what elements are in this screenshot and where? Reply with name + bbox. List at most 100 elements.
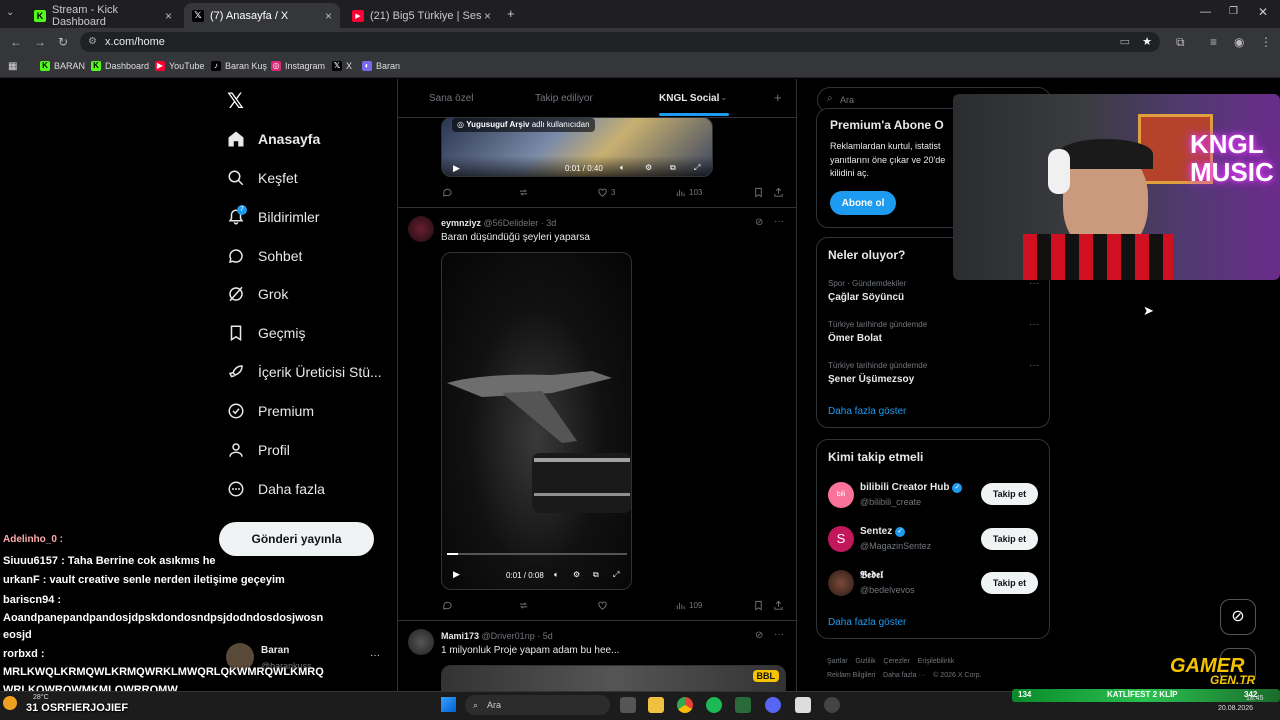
bookmark-baran-2[interactable]: ◐ Baran (362, 61, 400, 71)
author-handle[interactable]: @56Delideler (484, 218, 539, 228)
avatar[interactable]: S (828, 526, 854, 552)
nav-item-premium[interactable]: Premium (227, 399, 314, 423)
taskbar-search[interactable]: ⌕ Ara (465, 695, 610, 715)
minimize-button[interactable]: — (1200, 6, 1211, 18)
chevron-down-icon[interactable]: ⌄ (720, 92, 728, 103)
fullscreen-icon[interactable]: ⤢ (694, 163, 700, 173)
nav-item-home[interactable]: Anasayfa (227, 127, 320, 151)
footer-link[interactable]: Reklam Bilgileri (827, 672, 875, 679)
spotify-icon[interactable] (706, 697, 722, 713)
follow-button[interactable]: Takip et (981, 483, 1038, 505)
avatar[interactable]: bili (828, 482, 854, 508)
chrome-icon[interactable] (677, 697, 693, 713)
tab-for-you[interactable]: Sana özel (429, 93, 473, 104)
profile-avatar-icon[interactable]: ◉ (1234, 35, 1244, 49)
close-icon[interactable]: × (325, 9, 332, 23)
nav-item-creator-studio[interactable]: İçerik Üreticisi Stü... (227, 360, 382, 384)
nav-item-explore[interactable]: Keşfet (227, 166, 298, 190)
author-name[interactable]: Mami173 (441, 631, 479, 641)
show-more-link[interactable]: Daha fazla göster (828, 406, 906, 417)
settings-icon[interactable]: ⚙ (573, 570, 580, 579)
bookmark-youtube[interactable]: ▶ YouTube (155, 61, 204, 71)
like-button[interactable] (597, 600, 611, 611)
account-name[interactable]: 𝕭𝖊𝖉𝖊𝖑 (860, 570, 883, 581)
maximize-button[interactable]: ❐ (1229, 6, 1238, 17)
account-name[interactable]: Sentez ✓ (860, 526, 906, 537)
site-info-icon[interactable]: ⚙ (88, 32, 97, 52)
footer-link[interactable]: Erişilebilirlik (918, 658, 955, 665)
nav-item-more[interactable]: Daha fazla (227, 477, 325, 501)
more-icon[interactable]: ··· (1029, 360, 1039, 371)
volume-icon[interactable]: 🔈︎ (620, 163, 625, 173)
bookmark-baran-kus[interactable]: ♪ Baran Kuş (211, 61, 267, 71)
trend-title[interactable]: Çağlar Söyüncü (828, 292, 904, 303)
tab-search-icon[interactable]: ⌄ (6, 7, 14, 18)
fullscreen-icon[interactable]: ⤢ (613, 570, 619, 580)
app-icon[interactable] (795, 697, 811, 713)
footer-link[interactable]: Şartlar (827, 658, 848, 665)
nav-item-bookmarks[interactable]: Geçmiş (227, 321, 305, 345)
weather-icon[interactable] (3, 696, 17, 710)
footer-link[interactable]: Çerezler (883, 658, 909, 665)
cast-icon[interactable]: ▭ (1120, 32, 1130, 52)
follow-button[interactable]: Takip et (981, 528, 1038, 550)
extensions-icon[interactable]: ⧉ (1176, 35, 1185, 50)
account-name[interactable]: bilibili Creator Hub ✓ (860, 482, 963, 493)
subscribe-button[interactable]: Abone ol (830, 191, 896, 215)
share-button[interactable] (773, 187, 787, 198)
windows-start-icon[interactable] (441, 697, 456, 712)
reload-icon[interactable]: ↻ (58, 35, 68, 49)
more-icon[interactable]: ··· (774, 629, 784, 640)
play-icon[interactable]: ▶ (453, 163, 460, 174)
x-logo-icon[interactable]: 𝕏 (227, 89, 244, 114)
bookmark-dashboard[interactable]: K Dashboard (91, 61, 149, 71)
bookmark-baran[interactable]: K BARAN (40, 61, 85, 71)
avatar[interactable] (408, 629, 434, 655)
share-button[interactable] (773, 600, 787, 611)
footer-link[interactable]: Daha fazla ··· (883, 672, 925, 679)
close-icon[interactable]: × (165, 9, 172, 23)
reply-button[interactable] (442, 600, 456, 611)
post2-video[interactable]: ▶ 0:01 / 0:08 🔈︎ ⚙ ⧉ ⤢ (441, 252, 632, 590)
reply-button[interactable] (442, 187, 456, 198)
nav-item-grok[interactable]: Grok (227, 282, 288, 306)
grok-icon[interactable]: ⊘ (755, 630, 763, 641)
avatar[interactable] (828, 570, 854, 596)
post-button[interactable]: Gönderi yayınla (219, 522, 374, 556)
forward-icon[interactable]: → (34, 35, 46, 49)
address-bar[interactable]: ⚙ x.com/home ▭ ★ (80, 32, 1160, 52)
post-time[interactable]: 3d (546, 218, 556, 228)
repost-button[interactable] (518, 600, 532, 611)
post1-video[interactable]: ◎ Yugusuguf Arşiv adlı kullanıcıdan ▶ 0:… (441, 117, 713, 177)
file-explorer-icon[interactable] (648, 697, 664, 713)
like-button[interactable]: 3 (597, 187, 615, 198)
apps-icon[interactable]: ▦ (8, 61, 17, 72)
new-tab-button[interactable]: + (507, 6, 515, 21)
grok-float-button[interactable]: ⊘ (1220, 599, 1256, 635)
more-icon[interactable]: ··· (1029, 319, 1039, 330)
show-more-link[interactable]: Daha fazla göster (828, 617, 906, 628)
tab-following[interactable]: Takip ediliyor (535, 93, 593, 104)
settings-icon[interactable]: ⚙ (645, 163, 652, 172)
close-window-button[interactable]: ✕ (1258, 5, 1268, 19)
bookmark-x[interactable]: 𝕏X (332, 61, 352, 71)
progress-track[interactable] (447, 553, 627, 555)
views-button[interactable]: 109 (675, 600, 702, 611)
tab-kick-dashboard[interactable]: K Stream - Kick Dashboard × (26, 3, 180, 28)
more-icon[interactable]: ··· (774, 216, 784, 227)
repost-button[interactable] (518, 187, 532, 198)
play-icon[interactable]: ▶ (453, 569, 460, 580)
bookmark-button[interactable] (753, 600, 767, 611)
bookmark-button[interactable] (753, 187, 767, 198)
tab-youtube[interactable]: ▶ (21) Big5 Türkiye | Ses Elemesi × (344, 3, 499, 28)
grok-icon[interactable]: ⊘ (755, 217, 763, 228)
follow-button[interactable]: Takip et (981, 572, 1038, 594)
task-view-icon[interactable] (620, 697, 636, 713)
account-menu-icon[interactable]: ··· (370, 650, 380, 661)
bookmark-instagram[interactable]: ◎ Instagram (271, 61, 325, 71)
discord-icon[interactable] (765, 697, 781, 713)
tab-kngl-social[interactable]: KNGL Social (659, 93, 719, 104)
app-icon[interactable] (735, 697, 751, 713)
nav-item-profile[interactable]: Profil (227, 438, 290, 462)
volume-icon[interactable]: 🔈︎ (554, 570, 559, 580)
